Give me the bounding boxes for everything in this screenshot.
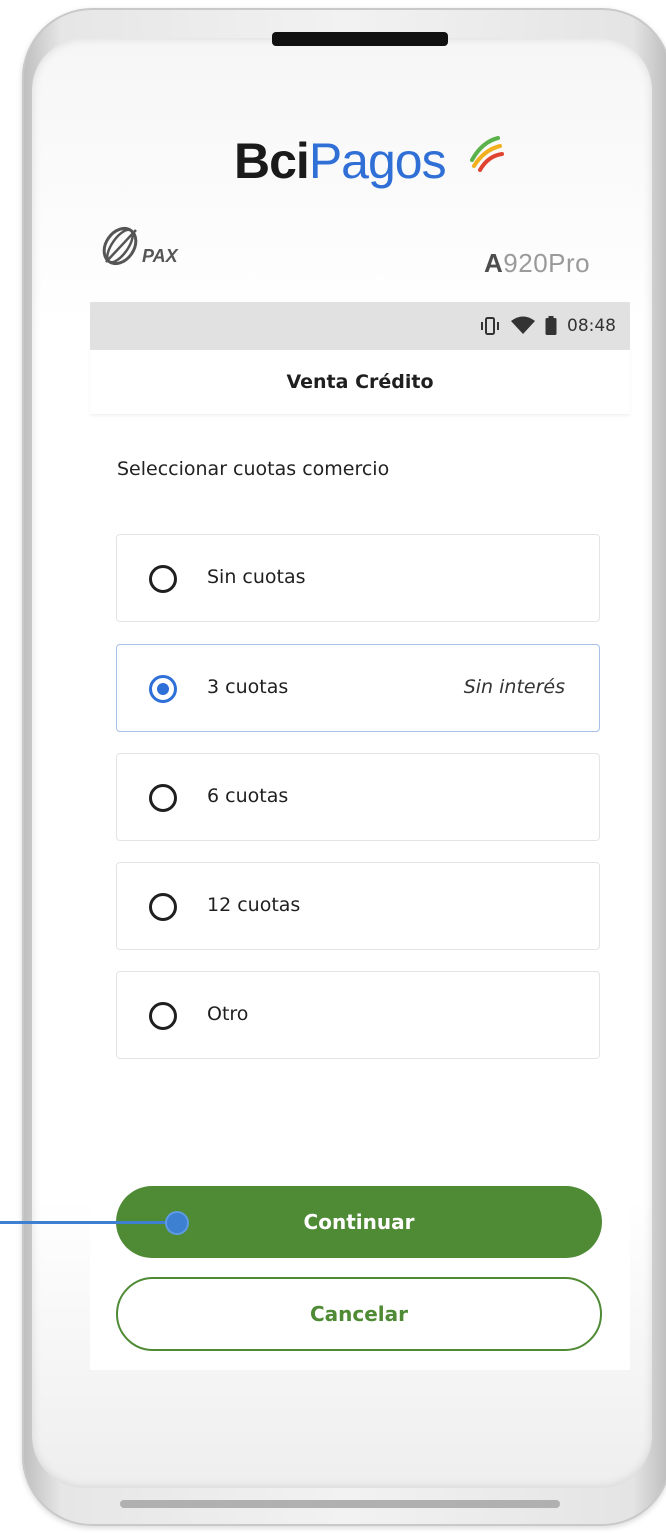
option-label: 6 cuotas: [207, 785, 289, 807]
option-label: Otro: [207, 1003, 249, 1025]
annotation-pointer-line: [0, 1221, 178, 1224]
radio-unchecked-icon[interactable]: [149, 893, 177, 921]
device-model: A920Pro: [484, 248, 590, 279]
option-otro[interactable]: Otro: [116, 971, 600, 1059]
status-icons: 08:48: [479, 313, 616, 339]
radio-unchecked-icon[interactable]: [149, 1002, 177, 1030]
status-time: 08:48: [567, 316, 616, 336]
screen-title: Venta Crédito: [286, 371, 434, 393]
radio-unchecked-icon[interactable]: [149, 784, 177, 812]
option-label: 12 cuotas: [207, 894, 301, 916]
brand-logo-part1: Bci: [234, 133, 310, 189]
option-sin-cuotas[interactable]: Sin cuotas: [116, 534, 600, 622]
option-3-cuotas[interactable]: 3 cuotas Sin interés: [116, 644, 600, 732]
option-label: 3 cuotas: [207, 676, 289, 698]
card-slot: [272, 32, 448, 46]
continue-button-label: Continuar: [303, 1210, 415, 1234]
device-model-prefix: A: [484, 248, 504, 278]
wifi-icon: [511, 316, 535, 334]
screen-header: Venta Crédito: [90, 350, 630, 414]
cancel-button[interactable]: Cancelar: [116, 1277, 602, 1351]
option-12-cuotas[interactable]: 12 cuotas: [116, 862, 600, 950]
cancel-button-label: Cancelar: [309, 1302, 409, 1326]
device-bottom-edge: [120, 1500, 560, 1508]
section-label: Seleccionar cuotas comercio: [117, 458, 390, 480]
pax-logo: PAX: [102, 226, 179, 266]
annotation-pointer-dot: [165, 1211, 189, 1235]
contactless-arc-icon: [470, 136, 504, 172]
option-note: Sin interés: [463, 676, 565, 698]
battery-icon: [545, 316, 557, 335]
option-label: Sin cuotas: [207, 566, 306, 588]
vibrate-icon: [481, 317, 499, 335]
radio-checked-icon[interactable]: [149, 675, 177, 703]
status-bar: 08:48: [90, 302, 630, 350]
device-model-number: 920Pro: [503, 248, 591, 278]
pos-screen: 08:48 Venta Crédito Seleccionar cuotas c…: [90, 302, 630, 1370]
option-6-cuotas[interactable]: 6 cuotas: [116, 753, 600, 841]
brand-logo: BciPagos: [234, 132, 447, 202]
svg-text:PAX: PAX: [142, 246, 179, 266]
radio-unchecked-icon[interactable]: [149, 565, 177, 593]
brand-logo-part2: Pagos: [308, 133, 447, 189]
